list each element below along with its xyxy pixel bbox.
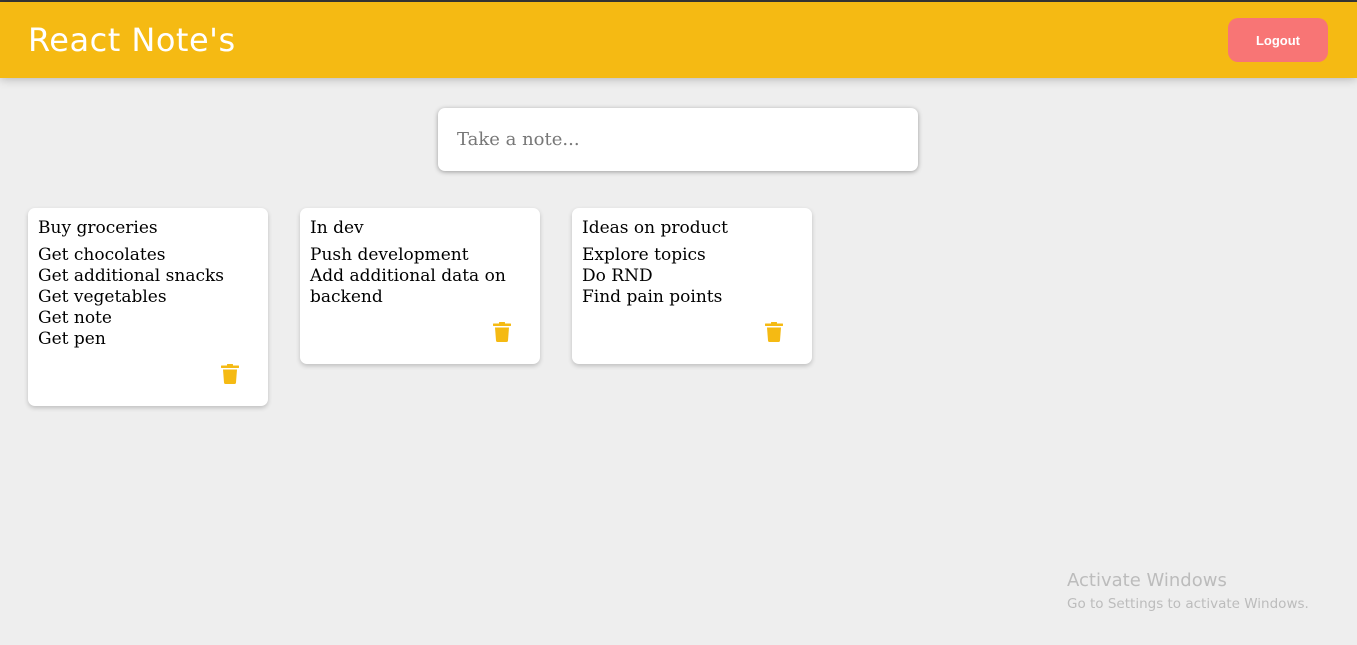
delete-note-button[interactable] [488, 318, 516, 346]
trash-icon [765, 322, 783, 342]
delete-note-button[interactable] [760, 318, 788, 346]
note-title: In dev [310, 218, 364, 238]
note-content: Push development Add additional data on … [310, 245, 506, 307]
note-content: Get chocolates Get additional snacks Get… [38, 245, 224, 349]
app-title: React Note's [28, 21, 236, 59]
watermark-subtitle: Go to Settings to activate Windows. [1067, 596, 1309, 612]
app-header: React Note's Logout [0, 2, 1357, 78]
note-input[interactable] [457, 124, 897, 154]
logout-button[interactable]: Logout [1228, 18, 1328, 62]
trash-icon [493, 322, 511, 342]
create-note-area [438, 108, 918, 171]
trash-icon [221, 364, 239, 384]
note-card: Buy groceries Get chocolates Get additio… [28, 208, 268, 406]
note-title: Buy groceries [38, 218, 158, 238]
windows-activation-watermark: Activate Windows Go to Settings to activ… [1067, 570, 1309, 614]
note-card: Ideas on product Explore topics Do RND F… [572, 208, 812, 364]
note-title: Ideas on product [582, 218, 728, 238]
note-card: In dev Push development Add additional d… [300, 208, 540, 364]
delete-note-button[interactable] [216, 360, 244, 388]
note-content: Explore topics Do RND Find pain points [582, 245, 723, 307]
watermark-title: Activate Windows [1067, 570, 1227, 591]
